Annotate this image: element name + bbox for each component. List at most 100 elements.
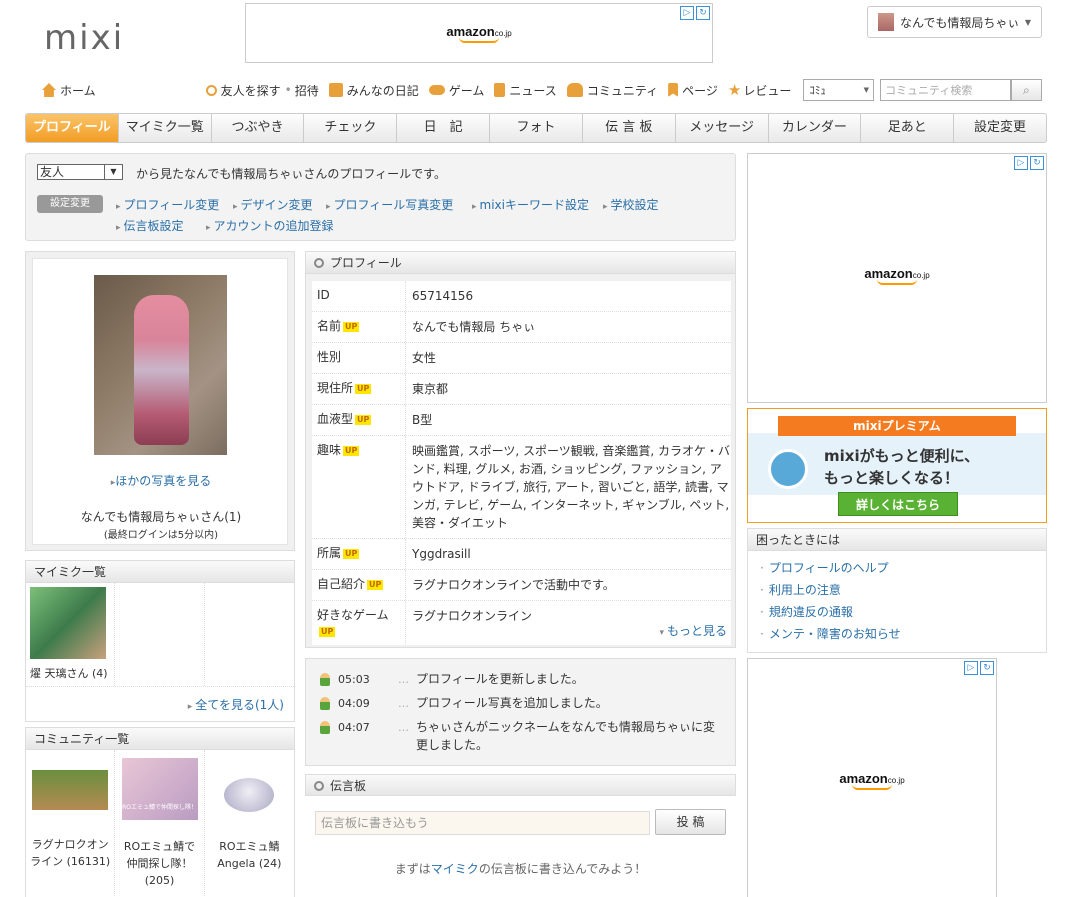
ad-play-icon[interactable]: ▷: [964, 661, 978, 675]
link-add-account[interactable]: アカウントの追加登録: [206, 217, 334, 234]
nav-news[interactable]: ニュース: [494, 82, 557, 99]
search-button[interactable]: ⌕: [1010, 79, 1043, 101]
activity-item: 05:03… プロフィールを更新しました。: [320, 672, 716, 688]
global-nav: ホーム 友人を探す • 招待 みんなの日記 ゲーム ニュース コミュニティ ページ…: [42, 79, 1043, 101]
community-name[interactable]: ROエミュ鯖で仲間探し隊！ (205): [119, 838, 199, 889]
help-link-profile[interactable]: プロフィールのヘルプ: [760, 559, 889, 576]
community-thumb[interactable]: ROエミュ鯖で仲間探し隊！: [121, 758, 198, 820]
premium-banner[interactable]: mixiプレミアム mixiがもっと便利に、 もっと楽しくなる！ 詳しくはこちら: [747, 408, 1047, 523]
star-icon: ★: [727, 81, 742, 99]
premium-ribbon: mixiプレミアム: [778, 416, 1016, 436]
diary-icon: [328, 83, 343, 97]
amazon-ad-logo: amazonco.jp: [748, 266, 1046, 285]
tab-footprints[interactable]: 足あと: [861, 114, 955, 142]
nav-review[interactable]: ★ レビュー: [728, 81, 791, 99]
gamepad-icon: [428, 85, 445, 95]
link-keyword-settings[interactable]: mixiキーワード設定: [472, 196, 589, 213]
help-link-report[interactable]: 規約違反の通報: [760, 603, 853, 620]
user-menu[interactable]: なんでも情報局ちゃぃ ▼: [867, 6, 1042, 38]
tab-profile[interactable]: プロフィール: [26, 114, 119, 142]
up-badge: UP: [367, 580, 384, 590]
link-design-edit[interactable]: デザイン変更: [233, 196, 313, 213]
premium-tagline: mixiがもっと便利に、 もっと楽しくなる！: [824, 447, 980, 487]
nav-find-friends[interactable]: 友人を探す: [205, 82, 281, 99]
message-board-input[interactable]: 伝言板に書き込もう: [315, 811, 650, 835]
community-thumb[interactable]: [32, 770, 109, 810]
table-row: 趣味 UP 映画鑑賞, スポーツ, スポーツ観戦, 音楽鑑賞, カラオケ・バンド, …: [312, 436, 731, 539]
up-badge: UP: [355, 415, 372, 425]
tab-mymixi[interactable]: マイミク一覧: [119, 114, 212, 142]
community-item[interactable]: ROエミュ鯖Angela (24): [205, 750, 294, 897]
last-login: (最終ログインは5分以内): [103, 530, 219, 541]
friend-name[interactable]: 燿 天璃さん (4): [30, 665, 110, 681]
tab-photo[interactable]: フォト: [490, 114, 583, 142]
right-ad-1[interactable]: ▷ ↻ amazonco.jp: [747, 153, 1047, 403]
ad-choices-icons[interactable]: ▷ ↻: [964, 661, 994, 675]
link-board-settings[interactable]: 伝言板設定: [116, 217, 184, 234]
nav-game[interactable]: ゲーム: [428, 82, 484, 99]
table-row: 現住所 UP 東京都: [312, 374, 731, 405]
nav-diary[interactable]: みんなの日記: [328, 82, 419, 99]
tab-settings[interactable]: 設定変更: [954, 114, 1046, 142]
tab-calendar[interactable]: カレンダー: [769, 114, 862, 142]
friend-item[interactable]: 燿 天璃さん (4): [26, 583, 116, 686]
amazon-ad-logo: amazonco.jp: [246, 24, 712, 43]
nav-invite[interactable]: • 招待: [285, 82, 319, 99]
table-row: 性別 女性: [312, 343, 731, 374]
nav-page[interactable]: ページ: [668, 82, 718, 99]
help-link-maintenance[interactable]: メンテ・障害のお知らせ: [760, 625, 901, 642]
tab-message-board[interactable]: 伝 言 板: [583, 114, 676, 142]
community-name[interactable]: ROエミュ鯖Angela (24): [209, 838, 290, 872]
more-link[interactable]: もっと見る: [659, 622, 727, 639]
mixi-logo[interactable]: mixi: [44, 18, 124, 58]
tab-voice[interactable]: つぶやき: [212, 114, 305, 142]
tab-check[interactable]: チェック: [304, 114, 398, 142]
link-profile-edit[interactable]: プロフィール変更: [116, 196, 220, 213]
mymixi-title: マイミク一覧: [26, 561, 294, 583]
profile-settings-box: 友人▼ から見たなんでも情報局ちゃぃさんのプロフィールです。 設定変更 プロフィ…: [25, 153, 736, 241]
people-icon: [566, 83, 583, 97]
activity-item: 04:09… プロフィール写真を追加しました。: [320, 696, 716, 712]
person-icon: [320, 673, 330, 686]
community-panel: コミュニティ一覧 ラグナロクオンライン (16131) ROエミュ鯖で仲間探し隊…: [25, 727, 295, 897]
nav-home[interactable]: ホーム: [42, 82, 96, 99]
tab-message[interactable]: メッセージ: [676, 114, 769, 142]
user-name: なんでも情報局ちゃぃ: [900, 15, 1020, 30]
ad-refresh-icon[interactable]: ↻: [1030, 156, 1044, 170]
community-name[interactable]: ラグナロクオンライン (16131): [30, 836, 110, 870]
nav-community[interactable]: コミュニティ: [566, 82, 658, 99]
ad-refresh-icon[interactable]: ↻: [980, 661, 994, 675]
community-search-input[interactable]: コミュニティ検索: [880, 79, 1011, 101]
top-banner-ad[interactable]: ▷ ↻ amazonco.jp: [245, 3, 713, 63]
profile-title: プロフィール: [306, 252, 735, 274]
profile-photo[interactable]: [94, 275, 227, 455]
community-item[interactable]: ラグナロクオンライン (16131): [26, 750, 116, 897]
circle-icon: [314, 258, 324, 268]
right-ad-2[interactable]: ▷ ↻ amazonco.jp: [747, 658, 997, 897]
search-scope-select[interactable]: ｺﾐｭ: [803, 79, 875, 101]
ad-refresh-icon[interactable]: ↻: [696, 6, 710, 20]
table-row: 自己紹介 UP ラグナロクオンラインで活動中です。: [312, 570, 731, 601]
ad-choices-icons[interactable]: ▷ ↻: [680, 6, 710, 20]
premium-details-button[interactable]: 詳しくはこちら: [838, 492, 958, 516]
post-button[interactable]: 投 稿: [655, 809, 726, 835]
table-row: 名前 UP なんでも情報局 ちゃぃ: [312, 312, 731, 343]
help-link-usage[interactable]: 利用上の注意: [760, 581, 841, 598]
tab-diary[interactable]: 日 記: [397, 114, 491, 142]
friend-avatar[interactable]: [30, 587, 106, 659]
community-thumb[interactable]: [224, 778, 275, 812]
circle-icon: [314, 781, 324, 791]
community-item[interactable]: ROエミュ鯖で仲間探し隊！ ROエミュ鯖で仲間探し隊！ (205): [115, 750, 205, 897]
up-badge: UP: [343, 446, 360, 456]
ad-play-icon[interactable]: ▷: [680, 6, 694, 20]
user-avatar: [878, 13, 894, 31]
other-photos-link[interactable]: ▸ほかの写真を見る: [33, 472, 289, 489]
view-as-select[interactable]: 友人 ▼: [37, 164, 123, 180]
ad-play-icon[interactable]: ▷: [1014, 156, 1028, 170]
link-school-settings[interactable]: 学校設定: [603, 196, 659, 213]
link-photo-edit[interactable]: プロフィール写真変更: [326, 196, 454, 213]
up-badge: UP: [343, 549, 360, 559]
mymixi-link[interactable]: マイミク: [431, 862, 479, 876]
ad-choices-icons[interactable]: ▷ ↻: [1014, 156, 1044, 170]
all-friends-link[interactable]: 全てを見る(1人): [188, 696, 284, 713]
